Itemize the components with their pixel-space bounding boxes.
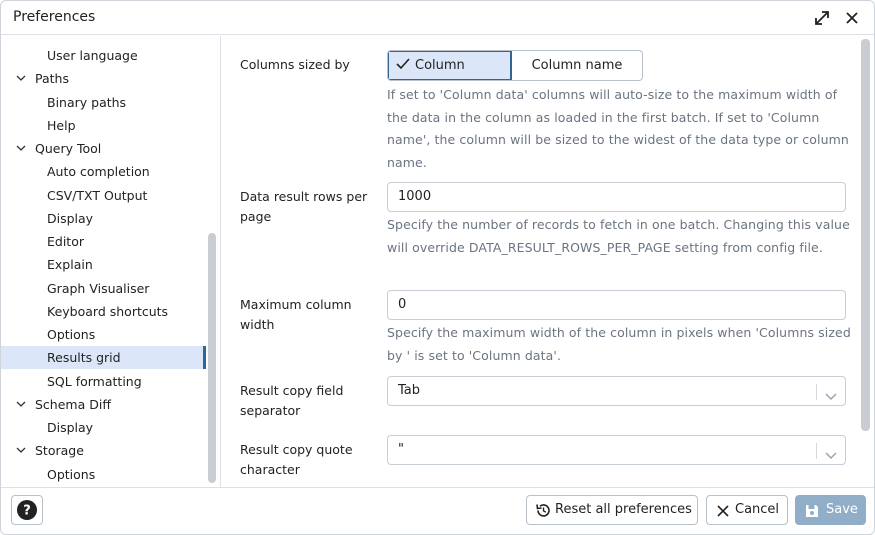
- question-icon: ?: [17, 500, 37, 520]
- select-divider: [816, 384, 817, 400]
- copy-field-separator-label: Result copy field separator: [240, 383, 344, 418]
- sidebar-item[interactable]: Options: [1, 463, 206, 486]
- sidebar-item[interactable]: Paths: [1, 67, 206, 90]
- copy-field-separator-value: Tab: [398, 383, 421, 398]
- chevron-down-icon[interactable]: [15, 398, 27, 410]
- max-column-width-input[interactable]: 0: [387, 290, 846, 320]
- cancel-label: Cancel: [735, 502, 780, 517]
- save-label: Save: [826, 502, 858, 517]
- sidebar-item-label: Storage: [35, 443, 84, 459]
- help-button[interactable]: ?: [11, 495, 43, 525]
- sidebar-item-label: CSV/TXT Output: [47, 187, 148, 203]
- sidebar-item-label: Paths: [35, 71, 69, 87]
- preferences-tree: User language Paths Binary paths Help Query …: [1, 36, 221, 487]
- sidebar-item-label: Display: [47, 420, 94, 435]
- chevron-down-icon[interactable]: [15, 72, 27, 84]
- copy-quote-character-value: ": [398, 442, 404, 457]
- sidebar-item-label: Results grid: [47, 350, 121, 366]
- sidebar-item[interactable]: User language: [1, 44, 206, 67]
- chevron-down-icon: [825, 444, 837, 472]
- max-column-width-help: Specify the maximum width of the column …: [387, 325, 851, 363]
- save-button[interactable]: Save: [795, 495, 866, 525]
- column-name-option[interactable]: Column name: [512, 51, 642, 80]
- maximize-icon[interactable]: [811, 7, 833, 29]
- sidebar-item-label: Options: [47, 466, 96, 482]
- sidebar-item[interactable]: Keyboard shortcuts: [1, 300, 206, 323]
- sidebar-item-label: Help: [47, 117, 76, 133]
- chevron-down-icon[interactable]: [15, 444, 27, 456]
- sidebar-item[interactable]: Display: [1, 207, 206, 230]
- column-data-option[interactable]: Column data: [388, 51, 512, 80]
- save-icon: [804, 502, 820, 530]
- sidebar-item-label: Schema Diff: [35, 396, 111, 412]
- copy-quote-character-select[interactable]: ": [387, 435, 846, 465]
- sidebar-item-label: Auto completion: [47, 164, 150, 180]
- sidebar-item[interactable]: Schema Diff: [1, 393, 206, 416]
- sidebar-item[interactable]: Options: [1, 323, 206, 346]
- sidebar-item[interactable]: Display: [1, 416, 206, 439]
- preferences-dialog: Preferences User language Paths Binary pat…: [0, 0, 875, 535]
- sidebar-item[interactable]: Editor: [1, 230, 206, 253]
- sidebar-item[interactable]: SQL formatting: [1, 370, 206, 393]
- title-bar: Preferences: [1, 1, 874, 35]
- reset-preferences-button[interactable]: Reset all preferences: [526, 495, 698, 525]
- select-divider: [816, 443, 817, 459]
- columns-sized-by-label: Columns sized by: [240, 57, 350, 72]
- sidebar-item-label: Keyboard shortcuts: [47, 303, 169, 319]
- reset-icon: [535, 502, 552, 530]
- sidebar-item[interactable]: Explain: [1, 253, 206, 276]
- copy-quote-character-label: Result copy quote character: [240, 442, 353, 477]
- sidebar-item-label: Explain: [47, 257, 93, 273]
- data-result-rows-help: Specify the number of records to fetch i…: [387, 217, 850, 255]
- chevron-down-icon: [825, 385, 837, 413]
- dialog-title: Preferences: [13, 9, 96, 25]
- data-result-rows-input[interactable]: 1000: [387, 182, 846, 212]
- sidebar-item[interactable]: Graph Visualiser: [1, 277, 206, 300]
- sidebar-item-label: SQL formatting: [47, 373, 142, 389]
- sidebar-item-label: Graph Visualiser: [47, 280, 150, 296]
- column-name-label: Column name: [531, 58, 623, 73]
- sidebar-scrollbar[interactable]: [208, 233, 216, 483]
- sidebar-item-label: Editor: [47, 234, 84, 249]
- sidebar-item[interactable]: Binary paths: [1, 91, 206, 114]
- columns-sized-by-toggle: Column data Column name: [387, 50, 643, 81]
- sidebar-item[interactable]: Help: [1, 114, 206, 137]
- sidebar-item[interactable]: CSV/TXT Output: [1, 184, 206, 207]
- check-icon: [396, 58, 410, 70]
- content-scrollbar[interactable]: [861, 39, 870, 431]
- data-result-rows-label: Data result rows per page: [240, 189, 368, 224]
- sidebar-item-label: Query Tool: [35, 141, 102, 156]
- close-icon[interactable]: [841, 7, 863, 29]
- sidebar-item[interactable]: Results grid: [1, 346, 206, 370]
- reset-label: Reset all preferences: [555, 502, 692, 517]
- sidebar-item-label: User language: [47, 48, 138, 63]
- max-column-width-label: Maximum column width: [240, 297, 352, 332]
- sidebar-item[interactable]: Query Tool: [1, 137, 206, 160]
- cancel-button[interactable]: Cancel: [706, 495, 788, 525]
- close-icon: [715, 502, 731, 530]
- sidebar-item-label: Binary paths: [47, 94, 127, 110]
- sidebar-item[interactable]: Storage: [1, 439, 206, 462]
- sidebar-item[interactable]: Auto completion: [1, 160, 206, 183]
- columns-sized-by-help: If set to 'Column data' columns will aut…: [387, 87, 849, 170]
- copy-field-separator-select[interactable]: Tab: [387, 376, 846, 406]
- svg-text:?: ?: [23, 504, 31, 519]
- sidebar-item-label: Options: [47, 327, 96, 342]
- chevron-down-icon[interactable]: [15, 142, 27, 154]
- sidebar-item-label: Display: [47, 210, 94, 226]
